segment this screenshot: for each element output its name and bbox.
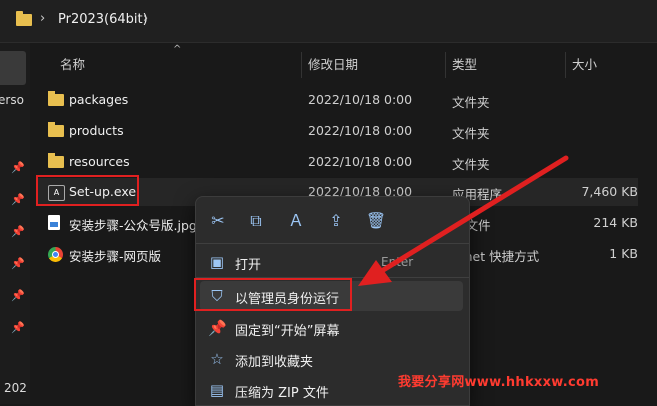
annotation-arrow: [358, 155, 569, 286]
watermark: 我要分享网www.hhkxxw.com: [398, 375, 600, 390]
